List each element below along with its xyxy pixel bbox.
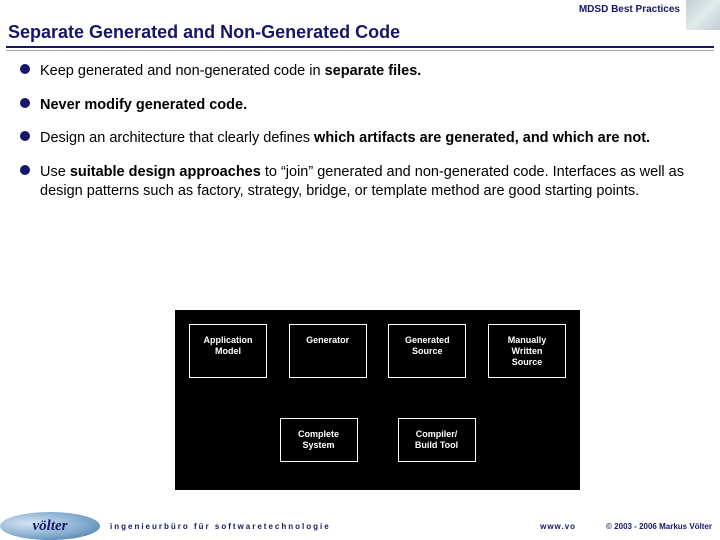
diagram-box: Generator (289, 324, 367, 378)
bullet-text: Use suitable design approaches to “join”… (40, 163, 700, 202)
footer-tagline: ingenieurbüro für softwaretechnologie (110, 522, 510, 531)
title-rule (6, 46, 714, 48)
bullet-item: Design an architecture that clearly defi… (20, 129, 700, 149)
title-rule-shadow (6, 50, 714, 51)
footer-copyright: © 2003 - 2006 Markus Völter (606, 522, 712, 531)
diagram-row-bottom: CompleteSystem Compiler/Build Tool (189, 418, 566, 462)
footer: völter ingenieurbüro für softwaretechnol… (0, 512, 720, 540)
diagram-box: CompleteSystem (280, 418, 358, 462)
diagram-box: ApplicationModel (189, 324, 267, 378)
logo: völter (0, 512, 100, 540)
bullet-dot-icon (20, 98, 30, 108)
bullet-item: Use suitable design approaches to “join”… (20, 163, 700, 202)
bullet-dot-icon (20, 165, 30, 175)
bullet-item: Keep generated and non-generated code in… (20, 62, 700, 82)
diagram-row-top: ApplicationModel Generator GeneratedSour… (189, 324, 566, 378)
diagram-box: GeneratedSource (388, 324, 466, 378)
diagram-box: ManuallyWrittenSource (488, 324, 566, 378)
bullet-text: Design an architecture that clearly defi… (40, 129, 650, 149)
footer-url: www.vo (540, 522, 576, 531)
bullet-text: Never modify generated code. (40, 96, 247, 116)
logo-text: völter (33, 518, 68, 535)
bullet-dot-icon (20, 64, 30, 74)
bullet-text: Keep generated and non-generated code in… (40, 62, 421, 82)
bullet-item: Never modify generated code. (20, 96, 700, 116)
bullet-dot-icon (20, 131, 30, 141)
header-topic: MDSD Best Practices (0, 0, 720, 20)
slide-title: Separate Generated and Non-Generated Cod… (8, 22, 400, 43)
diagram: ApplicationModel Generator GeneratedSour… (175, 310, 580, 490)
content-area: Keep generated and non-generated code in… (20, 62, 700, 216)
diagram-box: Compiler/Build Tool (398, 418, 476, 462)
